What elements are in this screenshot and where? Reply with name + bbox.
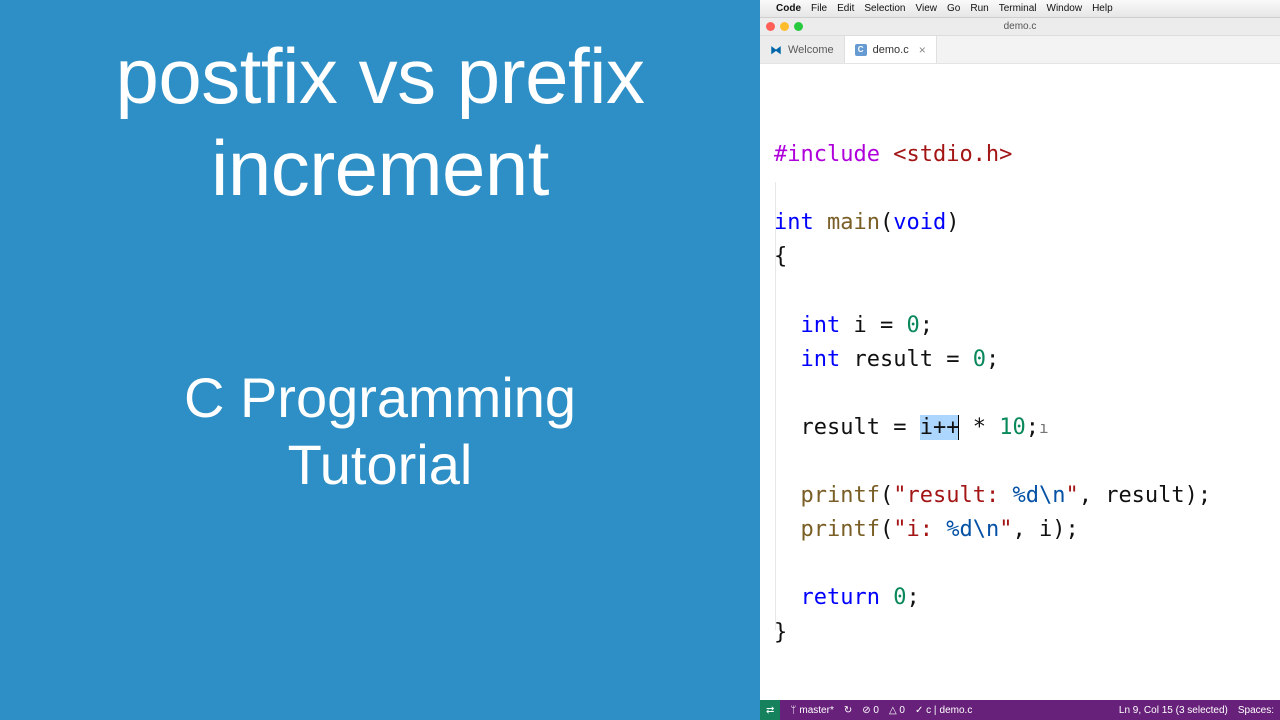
- tab-welcome-label: Welcome: [788, 44, 834, 56]
- editor-tabbar: ⧓ Welcome C demo.c ×: [760, 36, 1280, 64]
- menu-selection[interactable]: Selection: [864, 3, 905, 14]
- code-editor[interactable]: #include <stdio.h> int main(void) { int …: [760, 64, 1280, 700]
- slide-title-line1: postfix vs prefix: [115, 32, 644, 120]
- git-branch[interactable]: ᛘ master*: [790, 705, 833, 716]
- code-include-path: <stdio.h>: [880, 142, 1012, 167]
- branch-icon: ᛘ: [790, 705, 796, 716]
- close-icon[interactable]: ×: [919, 43, 926, 57]
- remote-button[interactable]: ⇄: [760, 700, 780, 720]
- code-include-directive: #include: [774, 142, 880, 167]
- menu-terminal[interactable]: Terminal: [999, 3, 1037, 14]
- code-selection: i++: [920, 415, 960, 440]
- menu-edit[interactable]: Edit: [837, 3, 854, 14]
- indent-guide: [775, 182, 776, 630]
- tab-demo-c-label: demo.c: [873, 44, 909, 56]
- window-titlebar[interactable]: demo.c: [760, 18, 1280, 36]
- slide-subtitle-line1: C Programming: [184, 366, 576, 429]
- menu-help[interactable]: Help: [1092, 3, 1113, 14]
- slide-panel: postfix vs prefix increment C Programmin…: [0, 0, 760, 720]
- statusbar: ⇄ ᛘ master* ↻ ⊘ 0 △ 0 ✓ c | demo.c Ln 9,…: [760, 700, 1280, 720]
- mouse-ibeam-icon: ı: [1039, 418, 1049, 437]
- slide-title-line2: increment: [211, 124, 549, 212]
- menu-view[interactable]: View: [916, 3, 938, 14]
- cursor-position[interactable]: Ln 9, Col 15 (3 selected): [1119, 705, 1228, 716]
- code-return-type: int: [774, 210, 814, 235]
- menu-file[interactable]: File: [811, 3, 827, 14]
- slide-title: postfix vs prefix increment: [115, 30, 644, 214]
- sync-icon: ↻: [844, 705, 852, 716]
- tab-demo-c[interactable]: C demo.c ×: [845, 36, 937, 63]
- desktop: Code File Edit Selection View Go Run Ter…: [760, 0, 1280, 720]
- problems-warnings[interactable]: △ 0: [889, 705, 905, 716]
- remote-icon: ⇄: [766, 705, 774, 716]
- indent-setting[interactable]: Spaces:: [1238, 705, 1274, 716]
- menu-window[interactable]: Window: [1047, 3, 1083, 14]
- c-file-icon: C: [855, 44, 867, 56]
- slide-subtitle: C Programming Tutorial: [184, 364, 576, 498]
- menubar-app-name[interactable]: Code: [776, 3, 801, 14]
- code-main-func: main: [814, 210, 880, 235]
- problems-errors[interactable]: ⊘ 0: [862, 705, 879, 716]
- tab-welcome[interactable]: ⧓ Welcome: [760, 36, 845, 63]
- vscode-icon: ⧓: [770, 44, 782, 56]
- window-title: demo.c: [760, 21, 1280, 32]
- sync-button[interactable]: ↻: [844, 705, 852, 716]
- code-void: void: [893, 210, 946, 235]
- mac-menubar[interactable]: Code File Edit Selection View Go Run Ter…: [760, 0, 1280, 18]
- menu-go[interactable]: Go: [947, 3, 960, 14]
- slide-subtitle-line2: Tutorial: [288, 433, 473, 496]
- status-check[interactable]: ✓ c | demo.c: [915, 705, 972, 716]
- menu-run[interactable]: Run: [970, 3, 988, 14]
